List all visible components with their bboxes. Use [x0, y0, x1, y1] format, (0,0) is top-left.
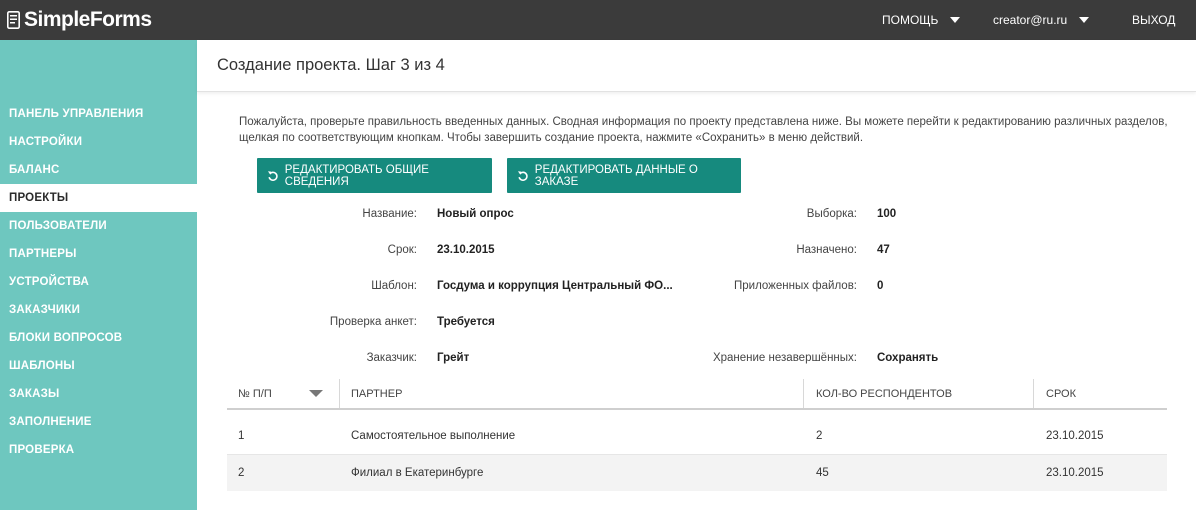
sidebar-item-review[interactable]: ПРОВЕРКА [0, 436, 197, 464]
table-row[interactable]: 1 Самостоятельное выполнение 2 23.10.201… [227, 418, 1167, 454]
edit-general-button[interactable]: РЕДАКТИРОВАТЬ ОБЩИЕ СВЕДЕНИЯ [257, 158, 492, 193]
edit-order-button[interactable]: РЕДАКТИРОВАТЬ ДАННЫЕ О ЗАКАЗЕ [507, 158, 741, 193]
cell-deadline: 23.10.2015 [1046, 430, 1104, 442]
sidebar-item-orders[interactable]: ЗАКАЗЫ [0, 380, 197, 408]
column-divider [1033, 379, 1034, 409]
cell-num: 2 [238, 467, 245, 479]
cell-deadline: 23.10.2015 [1046, 467, 1104, 479]
summary-label-storage: Хранение незавершённых: [712, 352, 857, 364]
sidebar-item-projects[interactable]: ПРОЕКТЫ [0, 184, 197, 212]
table-header-border [227, 408, 1167, 410]
logout-link[interactable]: ВЫХОД [1132, 0, 1175, 40]
summary-label-name: Название: [362, 208, 417, 220]
chevron-down-icon [1079, 17, 1090, 23]
summary-value-files: 0 [877, 280, 884, 292]
edit-general-label: РЕДАКТИРОВАТЬ ОБЩИЕ СВЕДЕНИЯ [284, 163, 429, 188]
cell-partner: Филиал в Екатеринбурге [351, 467, 484, 479]
summary-label-deadline: Срок: [387, 244, 417, 256]
summary-label-review: Проверка анкет: [329, 316, 417, 328]
column-header-deadline[interactable]: СРОК [1046, 379, 1076, 409]
summary-value-sample: 100 [877, 208, 897, 220]
sidebar-item-balance[interactable]: БАЛАНС [0, 156, 197, 184]
summary-value-customer: Грейт [437, 352, 470, 364]
user-menu[interactable]: creator@ru.ru [993, 0, 1090, 40]
summary-label-template: Шаблон: [371, 280, 417, 292]
logo-text: SimpleForms [24, 8, 152, 31]
sidebar-item-partners[interactable]: ПАРТНЕРЫ [0, 240, 197, 268]
sidebar-item-customers[interactable]: ЗАКАЗЧИКИ [0, 296, 197, 324]
sidebar-item-filling[interactable]: ЗАПОЛНЕНИЕ [0, 408, 197, 436]
user-email: creator@ru.ru [993, 13, 1068, 27]
undo-icon [517, 170, 528, 181]
summary-label-assigned: Назначено: [796, 244, 857, 256]
table-row[interactable]: 2 Филиал в Екатеринбурге 45 23.10.2015 [227, 455, 1167, 491]
info-text: Пожалуйста, проверьте правильность введе… [239, 116, 1168, 144]
cell-partner: Самостоятельное выполнение [351, 430, 516, 442]
top-bar: SimpleForms ПОМОЩЬ creator@ru.ru ВЫХОД [0, 0, 1196, 40]
column-header-partner[interactable]: ПАРТНЕР [351, 379, 402, 409]
sidebar-item-templates[interactable]: ШАБЛОНЫ [0, 352, 197, 380]
column-header-num[interactable]: № П/П [238, 379, 272, 409]
sidebar-item-settings[interactable]: НАСТРОЙКИ [0, 128, 197, 156]
column-divider [803, 379, 804, 409]
sidebar-item-question-blocks[interactable]: БЛОКИ ВОПРОСОВ [0, 324, 197, 352]
sidebar-item-users[interactable]: ПОЛЬЗОВАТЕЛИ [0, 212, 197, 240]
cell-num: 1 [238, 430, 245, 442]
column-header-respondents[interactable]: КОЛ-ВО РЕСПОНДЕНТОВ [816, 379, 952, 409]
summary-value-name: Новый опрос [437, 208, 514, 220]
sidebar-item-devices[interactable]: УСТРОЙСТВА [0, 268, 197, 296]
summary-label-customer: Заказчик: [366, 352, 417, 364]
logo[interactable]: SimpleForms [7, 7, 152, 33]
help-label: ПОМОЩЬ [882, 13, 939, 27]
summary-value-storage: Сохранять [877, 352, 939, 364]
cell-respondents: 45 [816, 467, 829, 479]
sidebar-item-dashboard[interactable]: ПАНЕЛЬ УПРАВЛЕНИЯ [0, 100, 197, 128]
sort-caret-icon[interactable] [309, 390, 323, 397]
summary-label-files: Приложенных файлов: [733, 280, 857, 292]
help-menu[interactable]: ПОМОЩЬ [882, 0, 961, 40]
summary-value-assigned: 47 [877, 244, 890, 256]
form-icon [7, 11, 20, 29]
page-header: Создание проекта. Шаг 3 из 4 [197, 40, 1196, 92]
cell-respondents: 2 [816, 430, 823, 442]
chevron-down-icon [950, 17, 961, 23]
sidebar: ПАНЕЛЬ УПРАВЛЕНИЯ НАСТРОЙКИ БАЛАНС ПРОЕК… [0, 40, 197, 510]
page-title: Создание проекта. Шаг 3 из 4 [217, 56, 445, 74]
undo-icon [267, 170, 278, 181]
edit-order-label: РЕДАКТИРОВАТЬ ДАННЫЕ О ЗАКАЗЕ [534, 163, 698, 188]
summary-value-deadline: 23.10.2015 [437, 244, 495, 256]
summary-value-review: Требуется [437, 316, 495, 328]
column-divider [339, 379, 340, 409]
summary-label-sample: Выборка: [806, 208, 857, 220]
summary-value-template: Госдума и коррупция Центральный ФО... [437, 280, 673, 292]
